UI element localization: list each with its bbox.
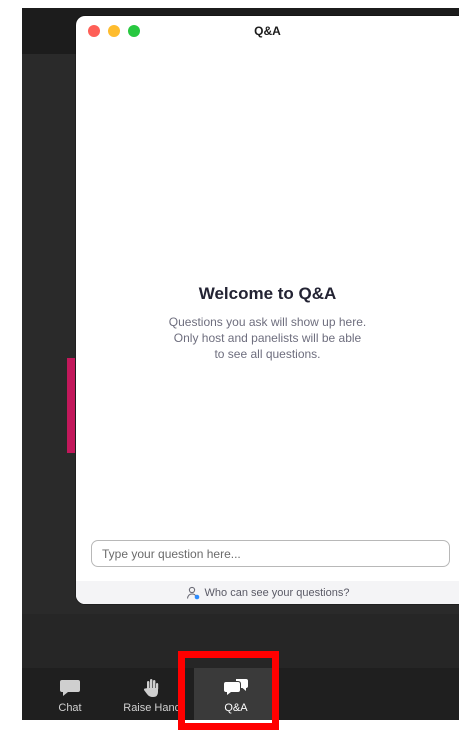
question-input[interactable] (91, 540, 450, 567)
window-controls (88, 25, 140, 37)
qa-highlight-annotation (178, 651, 279, 730)
who-can-see-label: Who can see your questions? (204, 586, 350, 599)
welcome-message: Questions you ask will show up here. Onl… (168, 315, 367, 361)
welcome-panel: Welcome to Q&A Questions you ask will sh… (76, 284, 459, 362)
chat-label: Chat (58, 702, 82, 714)
who-can-see-link[interactable]: Who can see your questions? (76, 581, 459, 604)
maximize-window-button[interactable] (128, 25, 140, 37)
minimize-window-button[interactable] (108, 25, 120, 37)
person-icon (186, 586, 199, 599)
chat-bubble-icon (60, 680, 80, 696)
raise-hand-icon (144, 679, 159, 697)
raise-hand-label: Raise Hand (123, 702, 181, 714)
close-window-button[interactable] (88, 25, 100, 37)
active-speaker-indicator (67, 358, 75, 453)
qa-window: Q&A Welcome to Q&A Questions you ask wil… (76, 16, 459, 604)
window-titlebar: Q&A (76, 16, 459, 46)
chat-button[interactable]: Chat (30, 668, 110, 720)
welcome-title: Welcome to Q&A (198, 284, 337, 303)
window-title: Q&A (254, 24, 281, 38)
